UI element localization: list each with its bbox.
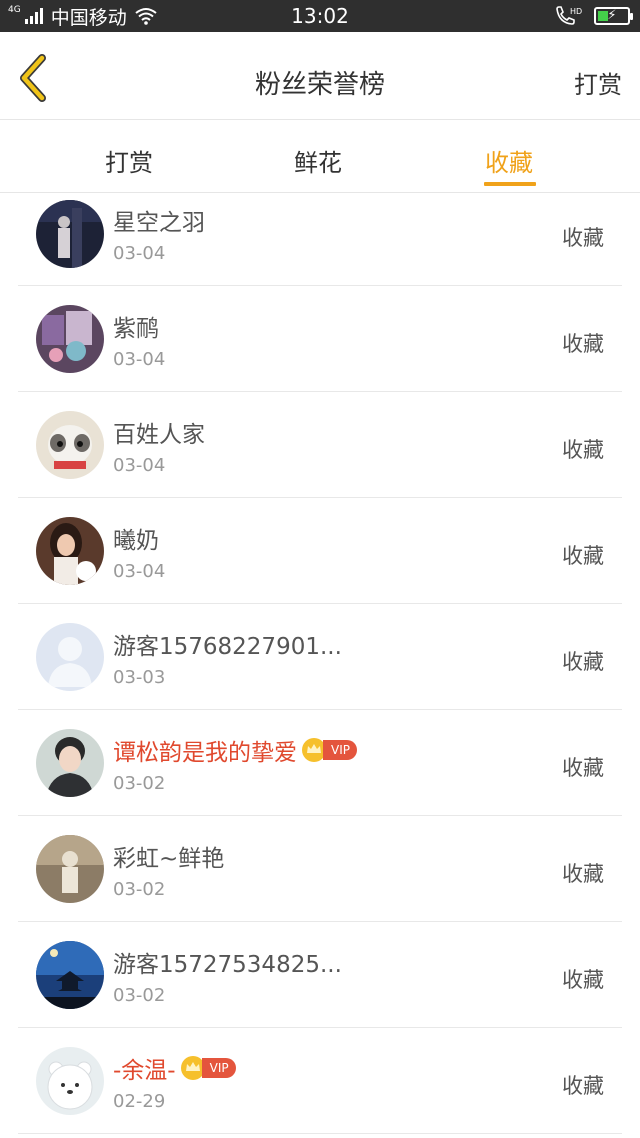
tab-flowers[interactable]: 鲜花 — [294, 143, 342, 178]
list-item[interactable]: 游客15768227901... 03-03 收藏 — [18, 604, 622, 710]
item-date: 03-04 — [113, 455, 166, 476]
default-user-icon — [36, 623, 104, 691]
name-line: 曦奶 — [113, 522, 159, 554]
user-name: 曦奶 — [113, 528, 159, 554]
item-date: 03-04 — [113, 243, 166, 264]
list-item[interactable]: 曦奶 03-04 收藏 — [18, 498, 622, 604]
item-action: 收藏 — [562, 650, 604, 674]
list-item[interactable]: 谭松韵是我的挚爱 VIP 03-02 收藏 — [18, 710, 622, 816]
avatar — [36, 305, 104, 373]
user-name: 紫鸸 — [113, 316, 159, 342]
item-date: 03-02 — [113, 879, 166, 900]
vip-badge: VIP — [201, 1058, 236, 1078]
user-name: 百姓人家 — [113, 422, 205, 448]
name-line: 彩虹~鲜艳 — [113, 840, 224, 872]
item-action: 收藏 — [562, 1074, 604, 1098]
reward-button[interactable]: 打赏 — [574, 65, 622, 100]
name-line: 百姓人家 — [113, 416, 205, 448]
battery-icon: ⚡ — [594, 7, 633, 25]
list-item[interactable]: -余温- VIP 02-29 收藏 — [18, 1028, 622, 1134]
item-date: 03-02 — [113, 773, 166, 794]
status-bar: 4G 中国移动 13:02 HD ⚡ — [0, 0, 640, 32]
name-line: 紫鸸 — [113, 310, 159, 342]
item-action: 收藏 — [562, 862, 604, 886]
user-name: 彩虹~鲜艳 — [113, 846, 225, 872]
tab-favorites[interactable]: 收藏 — [485, 143, 533, 178]
name-line: 游客15727534825... — [113, 946, 342, 978]
avatar — [36, 411, 104, 479]
list-item[interactable]: 百姓人家 03-04 收藏 — [18, 392, 622, 498]
svg-text:HD: HD — [570, 7, 582, 16]
item-date: 03-03 — [113, 667, 166, 688]
charging-icon: ⚡ — [607, 8, 617, 23]
item-action: 收藏 — [562, 226, 604, 250]
active-tab-indicator — [484, 182, 536, 186]
avatar — [36, 729, 104, 797]
item-date: 02-29 — [113, 1091, 166, 1112]
item-action: 收藏 — [562, 544, 604, 568]
name-line: 游客15768227901... — [113, 628, 342, 660]
item-action: 收藏 — [562, 968, 604, 992]
item-action: 收藏 — [562, 332, 604, 356]
item-date: 03-04 — [113, 349, 166, 370]
vip-badge: VIP — [323, 740, 357, 760]
user-name: 游客15727534825... — [113, 952, 342, 978]
list-item[interactable]: 紫鸸 03-04 收藏 — [18, 286, 622, 392]
list-item[interactable]: 星空之羽 03-04 收藏 — [18, 194, 622, 286]
status-time: 13:02 — [291, 4, 349, 28]
name-line: 谭松韵是我的挚爱 VIP — [113, 734, 357, 766]
name-line: -余温- VIP — [113, 1052, 236, 1084]
avatar — [36, 200, 104, 268]
list-item[interactable]: 彩虹~鲜艳 03-02 收藏 — [18, 816, 622, 922]
app-screen: 4G 中国移动 13:02 HD ⚡ 粉丝荣誉榜 打赏 打赏 鲜花 收藏 星空之… — [0, 0, 640, 1138]
status-right: HD ⚡ — [554, 5, 633, 27]
avatar — [36, 1047, 104, 1115]
user-name: 游客15768227901... — [113, 634, 342, 660]
user-name: 谭松韵是我的挚爱 — [113, 740, 297, 766]
item-date: 03-02 — [113, 985, 166, 1006]
page-title: 粉丝荣誉榜 — [254, 70, 385, 100]
avatar — [36, 517, 104, 585]
item-date: 03-04 — [113, 561, 166, 582]
avatar — [36, 941, 104, 1009]
nav-bar: 粉丝荣誉榜 打赏 — [0, 32, 640, 120]
list-item[interactable]: 游客15727534825... 03-02 收藏 — [18, 922, 622, 1028]
avatar — [36, 623, 104, 691]
user-name: -余温- — [113, 1058, 176, 1084]
name-line: 星空之羽 — [113, 204, 205, 236]
tab-bar: 打赏 鲜花 收藏 — [0, 121, 640, 193]
hd-call-icon: HD — [556, 6, 582, 25]
user-name: 星空之羽 — [113, 210, 205, 236]
avatar — [36, 835, 104, 903]
item-action: 收藏 — [562, 756, 604, 780]
tab-reward[interactable]: 打赏 — [105, 143, 153, 178]
item-action: 收藏 — [562, 438, 604, 462]
